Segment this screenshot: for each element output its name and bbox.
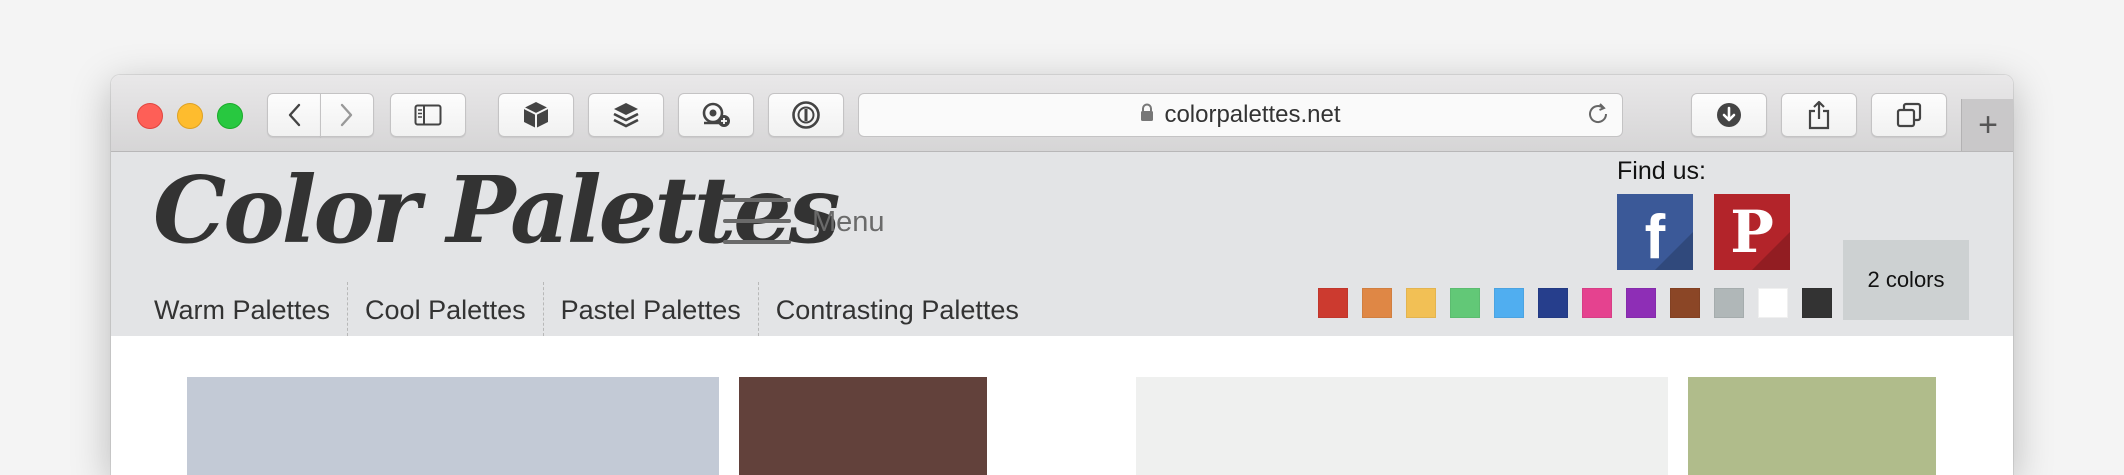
url-text: colorpalettes.net xyxy=(1164,101,1341,128)
category-nav: Warm Palettes Cool Palettes Pastel Palet… xyxy=(111,282,1036,336)
swatch-orange[interactable] xyxy=(1362,288,1392,318)
menu-label[interactable]: Menu xyxy=(812,206,885,239)
new-tab-button[interactable]: + xyxy=(1961,99,2013,151)
sidebar-toggle-button[interactable] xyxy=(390,93,466,137)
colors-count-button[interactable]: 2 colors xyxy=(1843,240,1969,320)
download-icon xyxy=(1717,103,1741,127)
minimize-window-button[interactable] xyxy=(177,103,203,129)
swatch-pink[interactable] xyxy=(1582,288,1612,318)
zoom-window-button[interactable] xyxy=(217,103,243,129)
swatch-purple[interactable] xyxy=(1626,288,1656,318)
swatch-red[interactable] xyxy=(1318,288,1348,318)
pinterest-icon: P xyxy=(1730,198,1774,266)
reload-icon[interactable] xyxy=(1586,102,1610,133)
chevron-right-icon xyxy=(340,103,353,127)
hamburger-menu-icon[interactable] xyxy=(723,198,791,244)
swatch-yellow[interactable] xyxy=(1406,288,1436,318)
swatch-gray[interactable] xyxy=(1714,288,1744,318)
share-button[interactable] xyxy=(1781,93,1857,137)
share-icon xyxy=(1808,100,1830,130)
find-us-label: Find us: xyxy=(1617,157,1706,185)
facebook-link[interactable]: f xyxy=(1617,194,1693,270)
color-filter-swatches xyxy=(1318,288,1832,318)
back-button[interactable] xyxy=(267,93,321,137)
swatch-brown[interactable] xyxy=(1670,288,1700,318)
swatch-black[interactable] xyxy=(1802,288,1832,318)
lock-icon xyxy=(1140,101,1154,129)
tab-overview-button[interactable] xyxy=(1871,93,1947,137)
chevron-left-icon xyxy=(288,103,301,127)
forward-button[interactable] xyxy=(320,93,374,137)
extension-add-button[interactable] xyxy=(678,93,754,137)
pinterest-link[interactable]: P xyxy=(1714,194,1790,270)
photo-thumbnail-1[interactable] xyxy=(187,377,719,475)
browser-toolbar: colorpalettes.net + xyxy=(111,75,2013,152)
close-window-button[interactable] xyxy=(137,103,163,129)
tabs-icon xyxy=(1896,102,1922,128)
palette-swatch-sage[interactable] xyxy=(1688,377,1936,475)
layers-icon xyxy=(613,103,639,128)
spiral-add-icon xyxy=(702,102,730,127)
nav-cool-palettes[interactable]: Cool Palettes xyxy=(347,282,543,336)
swatch-green[interactable] xyxy=(1450,288,1480,318)
downloads-button[interactable] xyxy=(1691,93,1767,137)
browser-window: colorpalettes.net + Color Palettes Menu … xyxy=(111,75,2013,475)
photo-thumbnail-2[interactable] xyxy=(1136,377,1668,475)
one-password-icon xyxy=(792,101,820,129)
address-bar[interactable]: colorpalettes.net xyxy=(858,93,1623,137)
swatch-light-blue[interactable] xyxy=(1494,288,1524,318)
sidebar-icon xyxy=(414,104,442,126)
nav-pastel-palettes[interactable]: Pastel Palettes xyxy=(542,282,758,336)
nav-contrasting-palettes[interactable]: Contrasting Palettes xyxy=(757,282,1036,336)
swatch-navy[interactable] xyxy=(1538,288,1568,318)
extension-box-button[interactable] xyxy=(498,93,574,137)
extension-layers-button[interactable] xyxy=(588,93,664,137)
password-manager-button[interactable] xyxy=(768,93,844,137)
nav-warm-palettes[interactable]: Warm Palettes xyxy=(111,282,347,336)
plus-icon: + xyxy=(1978,105,1998,144)
swatch-white[interactable] xyxy=(1758,288,1788,318)
cube-icon xyxy=(523,102,549,128)
palette-swatch-brown[interactable] xyxy=(739,377,987,475)
facebook-icon: f xyxy=(1644,202,1666,271)
